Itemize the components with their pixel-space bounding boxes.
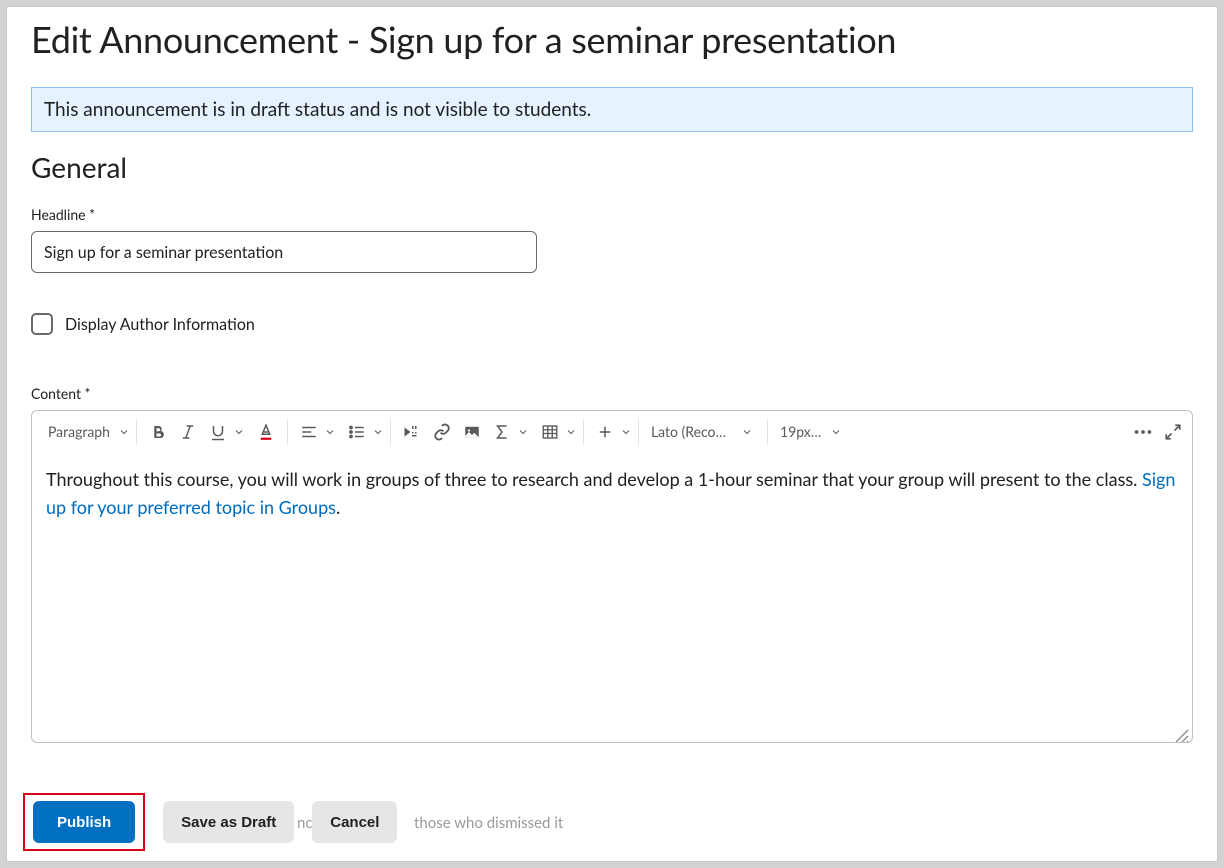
underline-button[interactable] [203, 414, 233, 450]
image-button[interactable] [457, 414, 487, 450]
insert-quicklink-button[interactable] [397, 414, 427, 450]
headline-input[interactable] [31, 231, 537, 273]
font-family-select[interactable]: Lato (Recom… [645, 423, 761, 440]
italic-button[interactable] [173, 414, 203, 450]
content-text: Throughout this course, you will work in… [46, 468, 1142, 490]
align-button[interactable] [294, 414, 324, 450]
display-author-checkbox[interactable] [31, 313, 53, 335]
font-size-select[interactable]: 19px … [774, 423, 850, 440]
chevron-down-icon[interactable] [372, 426, 384, 438]
background-text: those who dismissed it [414, 814, 563, 832]
chevron-down-icon[interactable] [324, 426, 336, 438]
fullscreen-button[interactable] [1158, 414, 1188, 450]
headline-label: Headline * [31, 206, 1193, 223]
text-color-button[interactable] [251, 414, 281, 450]
chevron-down-icon [741, 426, 753, 438]
page-container: Edit Announcement - Sign up for a semina… [6, 6, 1218, 862]
chevron-down-icon[interactable] [233, 426, 245, 438]
section-heading-general: General [31, 150, 1193, 184]
publish-highlight: Publish [23, 793, 145, 851]
chevron-down-icon [118, 426, 130, 438]
editor-content-area[interactable]: Throughout this course, you will work in… [32, 452, 1192, 742]
plus-button[interactable] [590, 414, 620, 450]
link-button[interactable] [427, 414, 457, 450]
content-label: Content * [31, 385, 1193, 402]
rich-text-editor: Paragraph [31, 410, 1193, 743]
publish-button[interactable]: Publish [33, 801, 135, 843]
block-format-select[interactable]: Paragraph [36, 423, 130, 440]
action-bar: Publish Save as Draft Cancel [23, 793, 397, 851]
more-actions-button[interactable] [1128, 414, 1158, 450]
chevron-down-icon[interactable] [565, 426, 577, 438]
display-author-row: Display Author Information [31, 313, 1193, 335]
save-as-draft-button[interactable]: Save as Draft [163, 801, 294, 843]
bold-button[interactable] [143, 414, 173, 450]
cancel-button[interactable]: Cancel [312, 801, 397, 843]
page-title: Edit Announcement - Sign up for a semina… [31, 17, 1193, 61]
list-button[interactable] [342, 414, 372, 450]
chevron-down-icon[interactable] [517, 426, 529, 438]
equation-button[interactable] [487, 414, 517, 450]
chevron-down-icon[interactable] [620, 426, 632, 438]
editor-toolbar: Paragraph [32, 411, 1192, 452]
draft-status-banner: This announcement is in draft status and… [31, 87, 1193, 132]
table-button[interactable] [535, 414, 565, 450]
display-author-label: Display Author Information [65, 315, 255, 334]
chevron-down-icon [830, 426, 842, 438]
resize-handle-icon[interactable] [1174, 724, 1192, 742]
